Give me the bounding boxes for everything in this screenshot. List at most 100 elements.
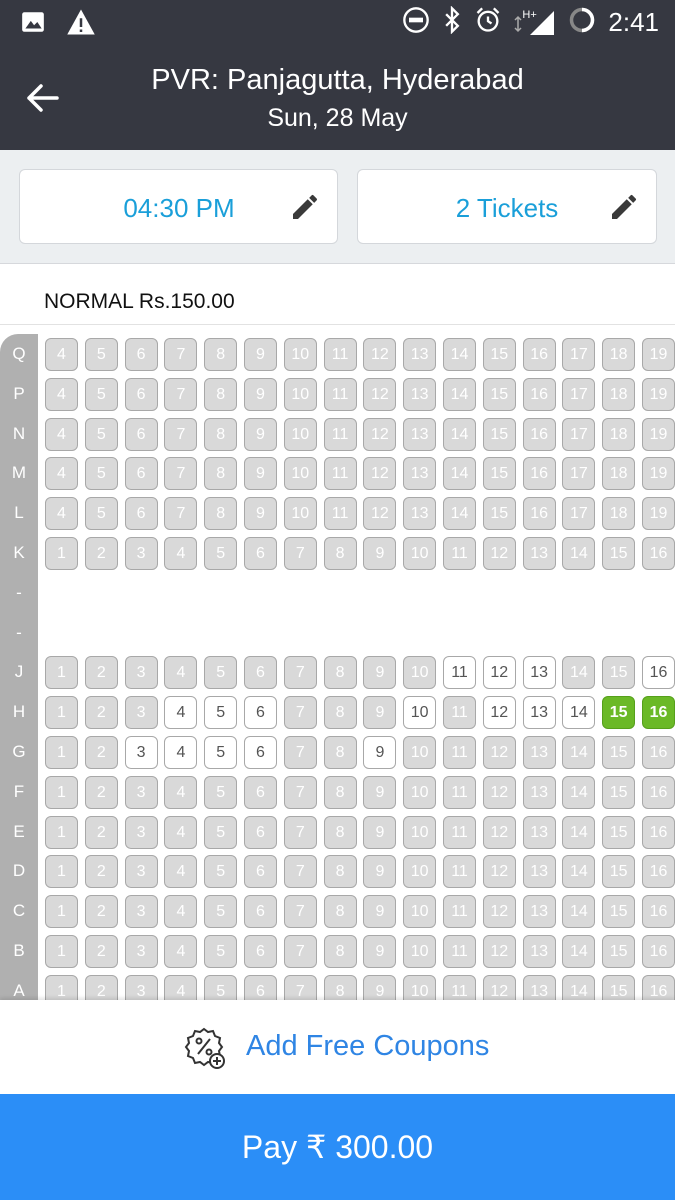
alarm-icon: [474, 6, 502, 39]
seat-available[interactable]: 6: [244, 736, 277, 769]
seat-sold: 12: [363, 377, 397, 411]
seat-category: NORMAL Rs.150.00: [0, 265, 675, 325]
seat-sold: 12: [363, 338, 397, 371]
seat-sold: 2: [84, 736, 118, 769]
seat-sold: 4: [164, 656, 198, 690]
seat-sold: 4: [45, 457, 78, 491]
seat-sold: 12: [482, 855, 516, 889]
seat-sold: 7: [283, 855, 317, 889]
seat-sold: 9: [363, 656, 397, 690]
seat-sold: 14: [562, 537, 596, 570]
seat-sold: 14: [562, 736, 596, 769]
seat-sold: 15: [602, 895, 636, 929]
seat-available[interactable]: 5: [204, 696, 238, 730]
seat-sold: 16: [522, 338, 556, 371]
seat-sold: 1: [45, 656, 78, 690]
row-label: B: [13, 941, 25, 960]
seat-sold: 10: [283, 457, 317, 491]
seat-available[interactable]: 9: [363, 736, 397, 769]
seat-sold: 9: [363, 895, 397, 929]
seat-sold: 3: [124, 855, 158, 889]
seat-sold: 15: [602, 815, 636, 849]
coupon-badge-icon: [184, 1027, 225, 1069]
seat-available[interactable]: 16: [642, 656, 675, 690]
seat-sold: 18: [602, 338, 636, 371]
seat-sold: 4: [164, 974, 198, 1000]
seat-sold: 4: [45, 497, 78, 531]
seat-available[interactable]: 12: [482, 656, 516, 690]
seat-available[interactable]: 4: [164, 736, 198, 769]
tickets-selector[interactable]: 2 Tickets: [357, 169, 657, 244]
seat-sold: 15: [482, 457, 516, 491]
seat-sold: 11: [323, 377, 357, 411]
row-label: K: [13, 543, 25, 562]
seat-sold: 9: [363, 974, 397, 1000]
seat-sold: 19: [642, 338, 675, 371]
seat-sold: 8: [323, 656, 357, 690]
seat-sold: 13: [403, 338, 437, 371]
seat-sold: 13: [522, 775, 556, 809]
seat-available[interactable]: 6: [244, 696, 277, 730]
seat-sold: 13: [522, 974, 556, 1000]
seat-sold: 18: [602, 497, 636, 531]
image-icon: [20, 9, 46, 40]
seat-sold: 19: [642, 377, 675, 411]
seat-available[interactable]: 13: [522, 656, 556, 690]
row-label: G: [12, 742, 26, 761]
row-label: P: [13, 383, 25, 403]
seat-sold: 7: [164, 417, 198, 451]
seat-sold: 14: [562, 974, 596, 1000]
warning-icon: [66, 8, 96, 41]
seat-sold: 4: [164, 537, 198, 570]
seat-sold: 5: [84, 457, 118, 491]
seat-sold: 19: [642, 497, 675, 531]
seat-sold: 12: [482, 736, 516, 769]
seat-sold: 9: [363, 537, 397, 570]
seat-sold: 17: [562, 457, 596, 491]
row-label: C: [12, 901, 26, 921]
seat-sold: 5: [204, 974, 238, 1000]
seat-sold: 4: [164, 935, 198, 968]
seat-sold: 1: [45, 696, 78, 730]
seat-sold: 3: [124, 935, 158, 968]
seat-available[interactable]: 4: [164, 696, 198, 730]
seat-available[interactable]: 11: [443, 656, 476, 690]
seat-available[interactable]: 10: [403, 696, 437, 730]
seat-available[interactable]: 5: [204, 736, 238, 769]
seat-sold: 4: [164, 895, 198, 929]
coupon-bar[interactable]: Add Free Coupons: [0, 1000, 675, 1094]
seat-sold: 12: [363, 417, 397, 451]
seat-sold: 2: [84, 974, 118, 1000]
seat-available[interactable]: 14: [562, 696, 596, 730]
pencil-icon: [612, 194, 637, 219]
seat-sold: 15: [602, 656, 636, 690]
seat-sold: 10: [403, 656, 437, 690]
seat-sold: 18: [602, 457, 636, 491]
seat-selected[interactable]: 15: [602, 696, 636, 730]
seat-sold: 16: [642, 935, 675, 968]
seat-available[interactable]: 13: [522, 696, 556, 730]
seat-sold: 10: [283, 377, 317, 411]
signal-icon: H+: [514, 9, 556, 37]
row-label: M: [11, 463, 27, 483]
seat-available[interactable]: 3: [124, 736, 158, 769]
seat-sold: 7: [283, 895, 317, 929]
row-label: J: [14, 662, 24, 682]
seat-sold: 5: [84, 497, 118, 531]
seat-available[interactable]: 12: [482, 696, 516, 730]
seat-sold: 16: [642, 537, 675, 570]
seat-sold: 1: [45, 537, 78, 570]
seat-sold: 8: [323, 736, 357, 769]
seat-sold: 11: [443, 855, 476, 889]
pay-button[interactable]: Pay ₹ 300.00: [0, 1094, 675, 1200]
seat-sold: 16: [522, 417, 556, 451]
seat-sold: 11: [443, 935, 476, 968]
seat-sold: 4: [164, 775, 198, 809]
seat-sold: 5: [204, 895, 238, 929]
seat-sold: 6: [244, 775, 277, 809]
seat-sold: 12: [363, 497, 397, 531]
seat-selected[interactable]: 16: [642, 696, 675, 730]
seat-sold: 15: [482, 417, 516, 451]
seat-sold: 8: [204, 497, 238, 531]
showtime-selector[interactable]: 04:30 PM: [19, 169, 338, 244]
